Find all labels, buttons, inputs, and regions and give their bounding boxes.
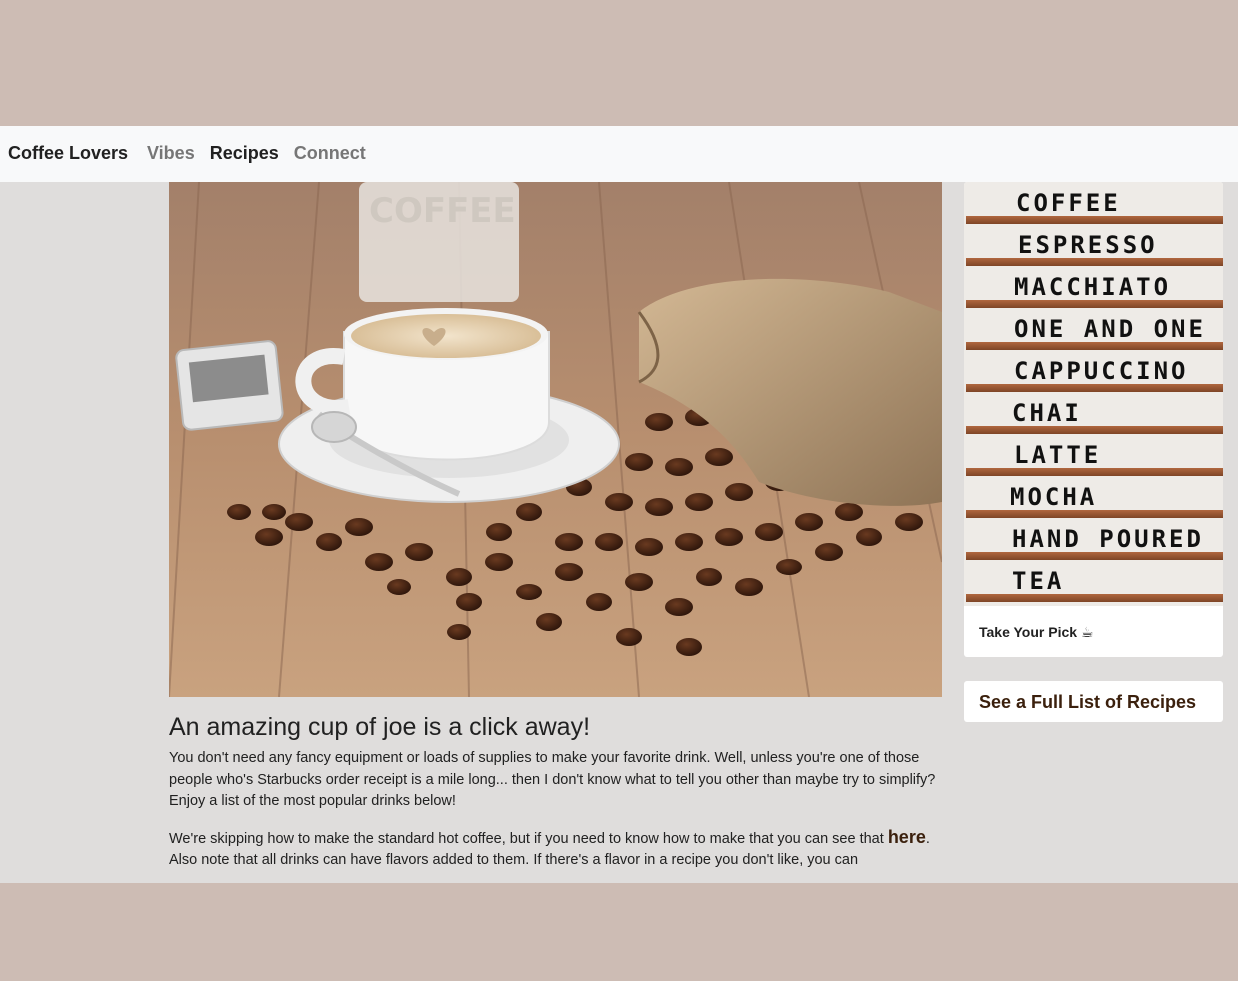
here-link[interactable]: here xyxy=(888,827,926,847)
hero-image: COFFEE xyxy=(169,182,942,697)
navbar: Coffee Lovers Vibes Recipes Connect xyxy=(0,126,1238,182)
menu-board-word: CHAI xyxy=(1012,399,1082,427)
menu-board-row: CAPPUCCINO xyxy=(964,350,1223,392)
article-heading: An amazing cup of joe is a click away! xyxy=(169,713,591,741)
menu-card: COFFEE ESPRESSO MACCHIATO ONE AND ONE CA… xyxy=(964,182,1223,657)
menu-board-row: LATTE xyxy=(964,434,1223,476)
paragraph-2-start: We're skipping how to make the standard … xyxy=(169,830,888,847)
article-paragraph-1: You don't need any fancy equipment or lo… xyxy=(169,750,936,809)
menu-board-word: LATTE xyxy=(1014,441,1102,469)
nav-links: Vibes Recipes Connect xyxy=(147,143,366,164)
full-recipes-button[interactable]: See a Full List of Recipes xyxy=(964,681,1223,722)
menu-board-row: CHAI xyxy=(964,392,1223,434)
menu-board-word: TEA xyxy=(1012,567,1065,595)
nav-link-vibes[interactable]: Vibes xyxy=(147,143,195,164)
menu-board-word: COFFEE xyxy=(1016,189,1121,217)
menu-board-row: MOCHA xyxy=(964,476,1223,518)
nav-link-connect[interactable]: Connect xyxy=(294,143,366,164)
menu-board-row: ONE AND ONE xyxy=(964,308,1223,350)
menu-board-row: ESPRESSO xyxy=(964,224,1223,266)
nav-link-recipes[interactable]: Recipes xyxy=(210,143,279,164)
menu-board-word: ONE AND ONE xyxy=(1014,315,1206,343)
article-paragraph-2: We're skipping how to make the standard … xyxy=(169,827,942,872)
menu-board-word: CAPPUCCINO xyxy=(1014,357,1189,385)
menu-board-row: TEA xyxy=(964,560,1223,602)
menu-board-word: HAND POURED xyxy=(1012,525,1204,553)
brand-link[interactable]: Coffee Lovers xyxy=(8,143,128,164)
menu-board-word: MACCHIATO xyxy=(1014,273,1172,301)
menu-board-row: HAND POURED xyxy=(964,518,1223,560)
article: An amazing cup of joe is a click away! Y… xyxy=(169,712,942,872)
card-caption: Take Your Pick ☕ xyxy=(979,624,1094,640)
menu-board-row: MACCHIATO xyxy=(964,266,1223,308)
menu-board-row: COFFEE xyxy=(964,182,1223,224)
browser-viewport: Coffee Lovers Vibes Recipes Connect COFF… xyxy=(0,126,1238,883)
mug-text: COFFEE xyxy=(369,191,516,231)
menu-board-word: ESPRESSO xyxy=(1018,231,1158,259)
menu-board-image: COFFEE ESPRESSO MACCHIATO ONE AND ONE CA… xyxy=(964,182,1223,606)
coffee-cup-photo: COFFEE xyxy=(169,182,942,697)
menu-board-word: MOCHA xyxy=(1010,483,1098,511)
